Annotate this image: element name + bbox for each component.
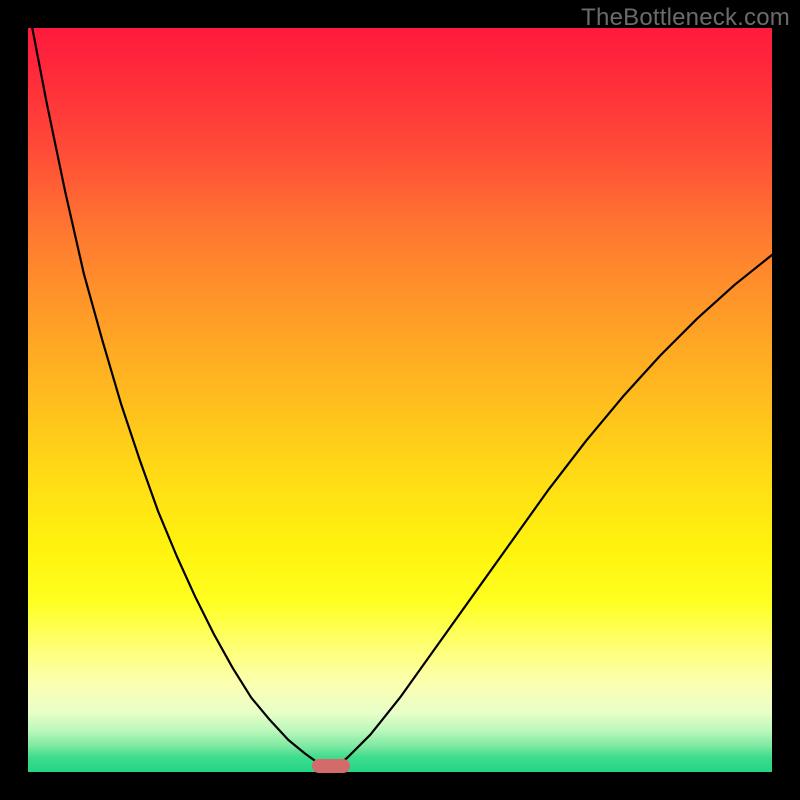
- bottleneck-curve: [28, 28, 772, 772]
- curve-path: [28, 28, 772, 772]
- watermark-text: TheBottleneck.com: [581, 4, 790, 32]
- chart-frame: TheBottleneck.com: [0, 0, 800, 800]
- optimal-marker: [312, 759, 350, 773]
- chart-plot-area: [28, 28, 772, 772]
